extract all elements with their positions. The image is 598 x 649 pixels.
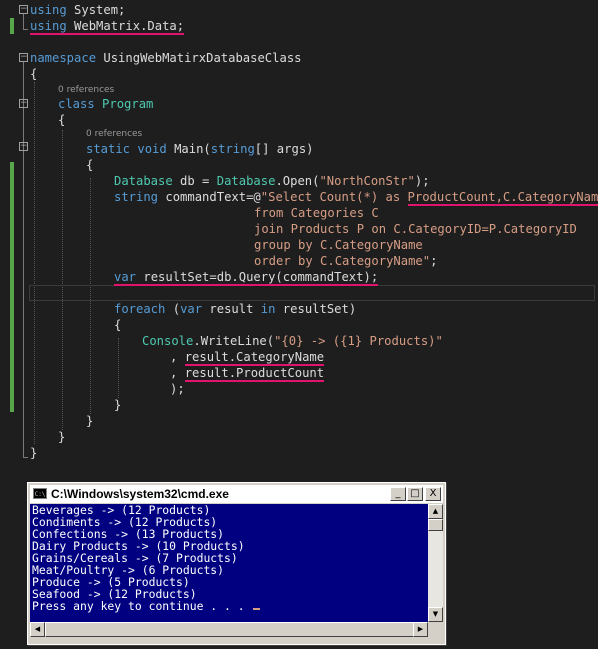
code-line-namespace: namespace UsingWebMatirxDatabaseClass — [30, 51, 302, 65]
scroll-up-button[interactable]: ▲ — [428, 504, 443, 519]
code-editor[interactable]: − − − − using System; using WebMatrix.Da… — [0, 0, 598, 470]
code-line-brace: } — [86, 414, 94, 428]
code-line-sql-order: order by C.CategoryName"; — [254, 254, 438, 268]
code-line-arg-category: , result.CategoryName — [170, 350, 325, 366]
close-button[interactable]: X — [425, 487, 441, 501]
console-prompt-text: Press any key to continue . . . — [32, 599, 252, 613]
horizontal-scrollbar[interactable]: ◀ ▶ — [30, 622, 428, 637]
outline-tick — [23, 457, 28, 458]
scroll-down-button[interactable]: ▼ — [428, 607, 443, 622]
change-marker — [10, 162, 14, 412]
code-line-brace: { — [58, 113, 66, 127]
indent-guide — [118, 338, 119, 398]
code-line-brace: { — [86, 158, 94, 172]
collapse-class-icon[interactable]: − — [19, 99, 28, 108]
outline-guide — [23, 62, 24, 457]
code-line-brace: } — [30, 446, 38, 460]
codelens-references[interactable]: 0 references — [58, 84, 114, 96]
code-line-writeline: Console.WriteLine("{0} -> ({1} Products)… — [142, 334, 443, 348]
code-line-db-open: Database db = Database.Open("NorthConStr… — [114, 174, 430, 188]
scrollbar-corner — [428, 622, 443, 637]
collapse-method-icon[interactable]: − — [19, 142, 28, 151]
code-line-brace: } — [58, 430, 66, 444]
collapse-namespace-icon[interactable]: − — [19, 53, 28, 62]
code-line-sql-join: join Products P on C.CategoryID=P.Catego… — [254, 222, 577, 236]
indent-guide — [62, 130, 63, 430]
console-cursor — [253, 608, 261, 610]
code-line-command-text: string commandText=@"Select Count(*) as … — [114, 189, 598, 206]
code-line-main: static void Main(string[] args) — [86, 142, 314, 156]
code-line-using-system: using System; — [30, 3, 126, 17]
console-prompt-line: Press any key to continue . . . — [30, 600, 428, 612]
code-line-brace: { — [114, 318, 122, 332]
code-line-foreach: foreach (var result in resultSet) — [114, 302, 357, 316]
scroll-thumb[interactable] — [428, 519, 443, 531]
collapse-using-icon[interactable]: − — [19, 5, 28, 14]
vertical-scrollbar[interactable]: ▲ ▼ — [428, 504, 443, 622]
indent-guide — [34, 82, 35, 444]
scroll-right-button[interactable]: ▶ — [413, 622, 428, 637]
console-output[interactable]: Beverages -> (12 Products) Condiments ->… — [30, 504, 428, 622]
outline-guide — [23, 14, 24, 29]
cmd-window-title: C:\Windows\system32\cmd.exe — [51, 487, 229, 501]
code-line-sql-group: group by C.CategoryName — [254, 238, 423, 252]
hscroll-thumb[interactable] — [45, 622, 417, 637]
code-line-query: var resultSet=db.Query(commandText); — [114, 270, 379, 286]
code-line-brace: } — [114, 398, 122, 412]
code-line-arg-count: , result.ProductCount — [170, 366, 325, 382]
outline-tick — [23, 29, 28, 30]
code-line-using-webmatrix: using WebMatrix.Data; — [30, 19, 185, 35]
maximize-button[interactable]: □ — [407, 487, 423, 501]
current-line-highlight — [29, 285, 595, 301]
code-line-brace: { — [30, 67, 38, 81]
cmd-titlebar[interactable]: C:\ C:\Windows\system32\cmd.exe _ □ X — [30, 485, 443, 503]
cmd-window[interactable]: C:\ C:\Windows\system32\cmd.exe _ □ X Be… — [27, 482, 446, 645]
code-line-close-paren: ); — [170, 382, 185, 396]
scroll-left-button[interactable]: ◀ — [30, 622, 45, 637]
minimize-button[interactable]: _ — [390, 487, 406, 501]
cmd-app-icon[interactable]: C:\ — [33, 488, 47, 499]
codelens-references[interactable]: 0 references — [86, 128, 142, 140]
code-line-sql-from: from Categories C — [254, 206, 379, 220]
code-line-class: class Program — [58, 97, 154, 111]
change-marker — [10, 18, 14, 34]
